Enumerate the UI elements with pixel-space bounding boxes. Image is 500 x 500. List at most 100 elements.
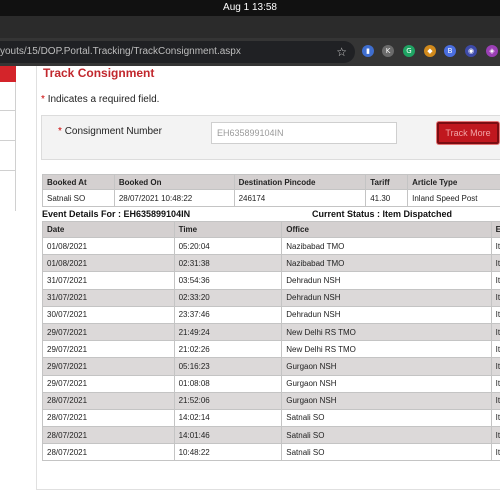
table-cell: It: [490, 271, 500, 290]
extension-menu-icon[interactable]: ◈: [486, 45, 498, 57]
table-cell: Gurgaon NSH: [281, 357, 492, 376]
table-row: 28/07/2021 10:48:22 Satnali SO It: [42, 443, 500, 462]
booking-row: Satnali SO 28/07/2021 10:48:22 246174 41…: [42, 189, 500, 207]
table-cell: 14:01:46: [173, 426, 283, 445]
table-row: 29/07/2021 01:08:08 Gurgaon NSH It: [42, 374, 500, 393]
table-row: 28/07/2021 14:02:14 Satnali SO It: [42, 408, 500, 428]
table-cell: 01/08/2021: [42, 254, 175, 273]
booking-header-cell: Booked At: [42, 174, 115, 190]
extension-icon[interactable]: ▮: [362, 45, 374, 57]
booking-cell: 41.30: [365, 189, 409, 207]
address-bar[interactable]: youts/15/DOP.Portal.Tracking/TrackConsig…: [0, 41, 355, 63]
table-cell: It: [490, 254, 500, 273]
table-row: 31/07/2021 03:54:36 Dehradun NSH It: [42, 271, 500, 290]
table-cell: Satnali SO: [281, 408, 492, 428]
booking-header-row: Booked At Booked On Destination Pincode …: [42, 174, 500, 190]
table-cell: 14:02:14: [173, 408, 283, 428]
table-cell: Nazibabad TMO: [281, 236, 492, 256]
extension-grammar-icon[interactable]: G: [403, 45, 415, 57]
table-row: 29/07/2021 21:49:24 New Delhi RS TMO It: [42, 322, 500, 342]
table-cell: 05:16:23: [173, 357, 283, 376]
table-cell: It: [490, 443, 500, 462]
consignment-label: * Consignment Number: [58, 126, 162, 137]
table-cell: Gurgaon NSH: [281, 374, 492, 393]
extension-b-icon[interactable]: B: [444, 45, 456, 57]
page-content: Track Consignment * Indicates a required…: [0, 66, 500, 500]
sidebar-divider: [0, 110, 16, 111]
events-header-cell: Time: [173, 221, 283, 238]
table-cell: Gurgaon NSH: [281, 391, 492, 410]
table-cell: 31/07/2021: [42, 288, 175, 307]
star-icon[interactable]: ☆: [336, 41, 347, 63]
browser-tab-strip: [0, 16, 500, 38]
table-cell: 29/07/2021: [42, 357, 175, 376]
table-cell: New Delhi RS TMO: [281, 340, 492, 359]
table-cell: 29/07/2021: [42, 340, 175, 359]
table-cell: It: [490, 322, 500, 342]
event-details-label: Event Details For : EH635899104IN: [42, 209, 191, 219]
screen: Aug 1 13:58 youts/15/DOP.Portal.Tracking…: [0, 0, 500, 500]
current-status-label: Current Status : Item Dispatched: [312, 209, 453, 219]
table-cell: 21:02:26: [173, 340, 283, 359]
sidebar-active-item[interactable]: [0, 66, 16, 82]
table-cell: 31/07/2021: [42, 271, 175, 290]
table-cell: 28/07/2021: [42, 426, 175, 445]
track-more-button[interactable]: Track More: [437, 122, 499, 144]
required-note-text: Indicates a required field.: [47, 94, 160, 105]
consignment-number-input[interactable]: [211, 122, 397, 144]
table-row: 28/07/2021 21:52:06 Gurgaon NSH It: [42, 391, 500, 410]
required-note: * Indicates a required field.: [41, 94, 159, 105]
page-title: Track Consignment: [43, 66, 155, 80]
table-row: 30/07/2021 23:37:46 Dehradun NSH It: [42, 305, 500, 324]
table-cell: 29/07/2021: [42, 322, 175, 342]
os-top-bar: Aug 1 13:58: [0, 0, 500, 16]
table-cell: 21:52:06: [173, 391, 283, 410]
table-cell: Satnali SO: [281, 426, 492, 445]
clock[interactable]: Aug 1 13:58: [223, 2, 277, 13]
table-cell: It: [490, 426, 500, 445]
booking-header-cell: Booked On: [113, 174, 235, 190]
table-row: 29/07/2021 05:16:23 Gurgaon NSH It: [42, 357, 500, 376]
extension-shield-icon[interactable]: ◉: [465, 45, 477, 57]
booking-table: Booked At Booked On Destination Pincode …: [42, 174, 500, 207]
table-cell: 29/07/2021: [42, 374, 175, 393]
events-header-cell: E: [490, 221, 500, 238]
table-cell: Satnali SO: [281, 443, 492, 462]
table-cell: 02:31:38: [173, 254, 283, 273]
booking-cell: Satnali SO: [42, 189, 115, 207]
booking-cell: 28/07/2021 10:48:22: [113, 189, 235, 207]
table-cell: 03:54:36: [173, 271, 283, 290]
table-cell: It: [490, 288, 500, 307]
table-cell: It: [490, 408, 500, 428]
table-row: 01/08/2021 02:31:38 Nazibabad TMO It: [42, 254, 500, 273]
table-cell: 28/07/2021: [42, 408, 175, 428]
table-cell: Dehradun NSH: [281, 305, 492, 324]
booking-header-cell: Tariff: [365, 174, 409, 190]
booking-cell: 246174: [233, 189, 367, 207]
table-cell: 01:08:08: [173, 374, 283, 393]
table-cell: It: [490, 305, 500, 324]
table-cell: 23:37:46: [173, 305, 283, 324]
table-row: 01/08/2021 05:20:04 Nazibabad TMO It: [42, 236, 500, 256]
table-cell: Dehradun NSH: [281, 271, 492, 290]
table-row: 28/07/2021 14:01:46 Satnali SO It: [42, 426, 500, 445]
booking-cell: Inland Speed Post: [407, 189, 500, 207]
table-cell: It: [490, 236, 500, 256]
table-cell: 01/08/2021: [42, 236, 175, 256]
table-cell: It: [490, 340, 500, 359]
table-cell: It: [490, 374, 500, 393]
events-header-cell: Office: [281, 221, 492, 238]
extension-k-icon[interactable]: K: [382, 45, 394, 57]
events-table: Date Time Office E 01/08/202105:20:04Naz…: [42, 221, 500, 462]
consignment-label-text: Consignment Number: [64, 126, 162, 137]
table-row: 29/07/2021 21:02:26 New Delhi RS TMO It: [42, 340, 500, 359]
table-cell: 28/07/2021: [42, 443, 175, 462]
extension-puzzle-icon[interactable]: ◆: [424, 45, 436, 57]
events-body: 01/08/2021 05:20:04 Nazibabad TMO It 01/08/2…: [42, 236, 500, 462]
table-cell: 05:20:04: [173, 236, 283, 256]
table-cell: Dehradun NSH: [281, 288, 492, 307]
table-cell: 28/07/2021: [42, 391, 175, 410]
booking-header-cell: Article Type: [407, 174, 500, 190]
table-cell: Nazibabad TMO: [281, 254, 492, 273]
table-cell: 30/07/2021: [42, 305, 175, 324]
